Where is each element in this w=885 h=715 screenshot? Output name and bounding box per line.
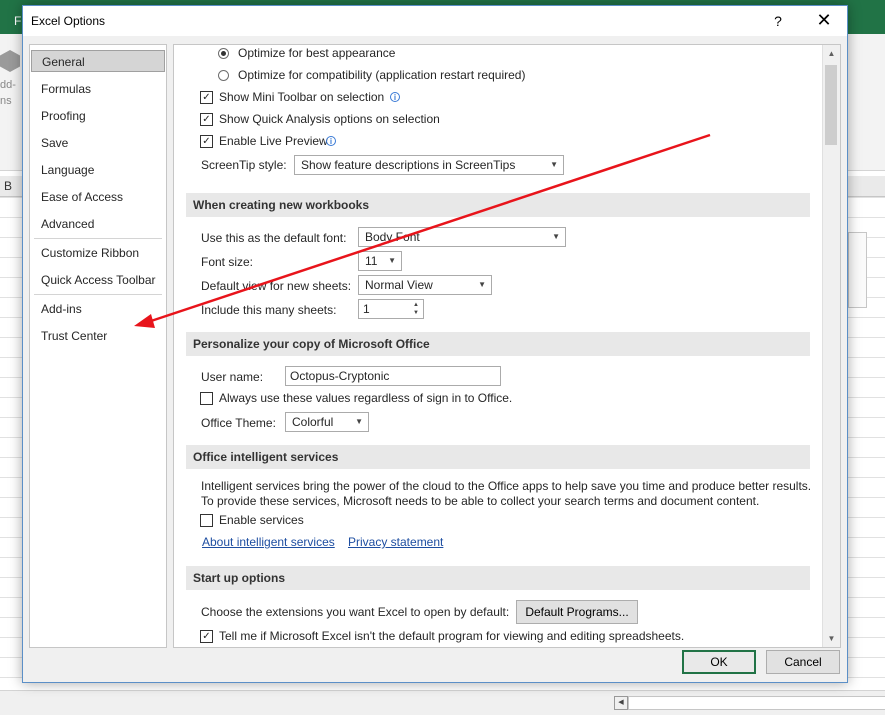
- horizontal-scrollbar[interactable]: [628, 696, 885, 710]
- nav-item-proofing[interactable]: Proofing: [31, 105, 165, 127]
- scroll-left-icon[interactable]: ◀: [614, 696, 628, 710]
- always-use-label: Always use these values regardless of si…: [219, 391, 513, 405]
- vertical-scrollbar[interactable]: ▲ ▼: [822, 45, 840, 647]
- nav-divider: [34, 238, 162, 239]
- addins-icon: [0, 50, 20, 72]
- default-font-dropdown[interactable]: Body Font ▼: [358, 227, 566, 247]
- office-theme-value: Colorful: [292, 415, 334, 429]
- nav-item-language[interactable]: Language: [31, 159, 165, 181]
- screentip-dropdown[interactable]: Show feature descriptions in ScreenTips …: [294, 155, 564, 175]
- default-view-dropdown[interactable]: Normal View ▼: [358, 275, 492, 295]
- font-size-value: 11: [365, 254, 378, 268]
- tell-me-checkbox[interactable]: ✓: [200, 630, 213, 643]
- nav-divider: [34, 294, 162, 295]
- spinner-arrows-icon[interactable]: ▲ ▼: [410, 301, 422, 317]
- enable-services-label: Enable services: [219, 513, 304, 527]
- nav-item-advanced[interactable]: Advanced: [31, 213, 165, 235]
- nav-item-general[interactable]: General: [31, 50, 165, 72]
- nav-item-ease-of-access[interactable]: Ease of Access: [31, 186, 165, 208]
- live-preview-checkbox[interactable]: ✓: [200, 135, 213, 148]
- dialog-title: Excel Options: [31, 14, 106, 28]
- help-button[interactable]: ?: [763, 9, 793, 33]
- info-icon[interactable]: i: [326, 136, 336, 146]
- optimize-compatibility-label: Optimize for compatibility (application …: [238, 68, 526, 82]
- info-icon[interactable]: i: [390, 92, 400, 102]
- nav-item-quick-access-toolbar[interactable]: Quick Access Toolbar: [31, 269, 165, 291]
- ok-button[interactable]: OK: [682, 650, 756, 674]
- always-use-checkbox[interactable]: [200, 392, 213, 405]
- sheets-count-stepper[interactable]: 1 ▲ ▼: [358, 299, 424, 319]
- nav-item-formulas[interactable]: Formulas: [31, 78, 165, 100]
- chevron-down-icon: ▼: [478, 280, 486, 289]
- optimize-appearance-radio[interactable]: [218, 48, 229, 59]
- font-size-dropdown[interactable]: 11 ▼: [358, 251, 402, 271]
- scroll-down-icon[interactable]: ▼: [823, 630, 840, 647]
- office-theme-label: Office Theme:: [201, 416, 276, 430]
- close-button[interactable]: ✕: [809, 9, 839, 33]
- tell-me-label: Tell me if Microsoft Excel isn't the def…: [219, 629, 685, 643]
- nav-item-save[interactable]: Save: [31, 132, 165, 154]
- intelligent-description-2: To provide these services, Microsoft nee…: [201, 494, 760, 508]
- quick-analysis-label: Show Quick Analysis options on selection: [219, 112, 440, 126]
- screentip-label: ScreenTip style:: [201, 158, 287, 172]
- default-font-value: Body Font: [365, 230, 420, 244]
- section-header-startup: Start up options: [186, 566, 810, 590]
- font-size-label: Font size:: [201, 255, 254, 269]
- intelligent-description-1: Intelligent services bring the power of …: [201, 479, 812, 493]
- nav-item-trust-center[interactable]: Trust Center: [31, 325, 165, 347]
- section-header-intelligent-services: Office intelligent services: [186, 445, 810, 469]
- addins-text-1: dd-: [0, 79, 16, 91]
- optimize-compatibility-radio[interactable]: [218, 70, 229, 81]
- section-header-new-workbooks: When creating new workbooks: [186, 193, 810, 217]
- dialog-title-bar: Excel Options ? ✕: [23, 6, 847, 36]
- scroll-up-icon[interactable]: ▲: [823, 45, 840, 62]
- chevron-down-icon: ▼: [552, 232, 560, 241]
- addins-text-2: ns: [0, 95, 12, 107]
- ribbon-letter: F: [14, 14, 22, 28]
- quick-analysis-checkbox[interactable]: ✓: [200, 113, 213, 126]
- chevron-down-icon: ▼: [355, 417, 363, 426]
- cancel-button[interactable]: Cancel: [766, 650, 840, 674]
- mini-toolbar-label: Show Mini Toolbar on selection: [219, 90, 385, 104]
- office-theme-dropdown[interactable]: Colorful ▼: [285, 412, 369, 432]
- sheets-count-value: 1: [363, 302, 370, 316]
- sheets-count-label: Include this many sheets:: [201, 303, 337, 317]
- nav-item-add-ins[interactable]: Add-ins: [31, 298, 165, 320]
- section-header-personalize: Personalize your copy of Microsoft Offic…: [186, 332, 810, 356]
- status-bar: ◀: [0, 690, 885, 715]
- ribbon-panel-edge: [848, 232, 867, 308]
- screentip-value: Show feature descriptions in ScreenTips: [301, 158, 516, 172]
- username-input[interactable]: Octopus-Cryptonic: [285, 366, 501, 386]
- options-nav: General Formulas Proofing Save Language …: [29, 44, 167, 648]
- chevron-down-icon: ▼: [388, 256, 396, 265]
- general-options-panel: Optimize for best appearance Optimize fo…: [173, 44, 841, 648]
- extensions-label: Choose the extensions you want Excel to …: [201, 605, 510, 619]
- mini-toolbar-checkbox[interactable]: ✓: [200, 91, 213, 104]
- default-programs-button[interactable]: Default Programs...: [516, 600, 638, 624]
- excel-options-dialog: Excel Options ? ✕ General Formulas Proof…: [22, 5, 848, 683]
- username-label: User name:: [201, 370, 264, 384]
- privacy-statement-link[interactable]: Privacy statement: [348, 535, 443, 549]
- about-intelligent-services-link[interactable]: About intelligent services: [202, 535, 335, 549]
- default-view-label: Default view for new sheets:: [201, 279, 352, 293]
- chevron-down-icon: ▼: [550, 160, 558, 169]
- default-font-label: Use this as the default font:: [201, 231, 347, 245]
- optimize-appearance-label: Optimize for best appearance: [238, 46, 396, 60]
- nav-item-customize-ribbon[interactable]: Customize Ribbon: [31, 242, 165, 264]
- enable-services-checkbox[interactable]: [200, 514, 213, 527]
- default-view-value: Normal View: [365, 278, 433, 292]
- scrollbar-thumb[interactable]: [825, 65, 837, 145]
- column-b-label: B: [4, 179, 13, 193]
- live-preview-label: Enable Live Preview: [219, 134, 328, 148]
